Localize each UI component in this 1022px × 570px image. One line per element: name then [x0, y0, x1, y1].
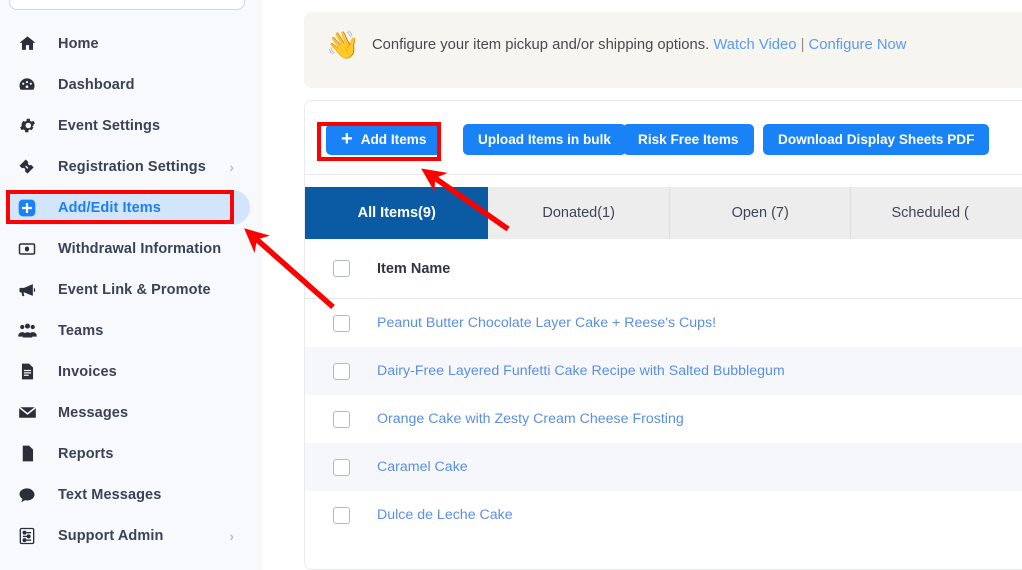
banknote-icon: [14, 239, 40, 259]
configure-now-link[interactable]: Configure Now: [809, 37, 907, 53]
sidebar-item-label: Text Messages: [58, 486, 162, 503]
tab-scheduled[interactable]: Scheduled (: [851, 187, 1022, 239]
people-group-icon: [14, 320, 40, 341]
megaphone-icon: [14, 280, 40, 300]
download-pdf-label: Download Display Sheets PDF: [778, 132, 975, 147]
app-window: Home Dashboard Event Settings Registrati…: [0, 0, 1022, 570]
configure-shipping-banner: 👋 Configure your item pickup and/or ship…: [304, 12, 1022, 88]
items-panel: + Add Items Upload Items in bulk Risk Fr…: [304, 100, 1022, 570]
row-checkbox[interactable]: [332, 314, 350, 332]
invoice-document-icon: [14, 362, 40, 381]
chat-bubble-icon: [14, 485, 40, 505]
sidebar-item-text-messages[interactable]: Text Messages: [0, 474, 262, 515]
table-row[interactable]: Dairy-Free Layered Funfetti Cake Recipe …: [305, 347, 1022, 395]
sidebar-item-label: Withdrawal Information: [58, 240, 222, 257]
sidebar-item-label: Teams: [58, 322, 104, 339]
ticket-icon: [14, 157, 40, 177]
table-row[interactable]: Peanut Butter Chocolate Layer Cake + Ree…: [305, 299, 1022, 347]
tab-all-items[interactable]: All Items(9): [305, 187, 489, 239]
sidebar-item-teams[interactable]: Teams: [0, 310, 262, 351]
add-items-button[interactable]: + Add Items: [326, 124, 442, 155]
column-header-item-name: Item Name: [377, 260, 451, 277]
plus-icon: +: [341, 127, 353, 150]
table-row[interactable]: Caramel Cake: [305, 443, 1022, 491]
table-row[interactable]: Dulce de Leche Cake: [305, 491, 1022, 539]
row-checkbox[interactable]: [332, 458, 350, 476]
row-checkbox[interactable]: [332, 362, 350, 380]
chevron-right-icon: ›: [229, 527, 234, 544]
table-header-row: Item Name: [305, 239, 1022, 299]
sidebar-item-add-edit-items[interactable]: Add/Edit Items: [0, 187, 262, 228]
sidebar-item-registration-settings[interactable]: Registration Settings ›: [0, 146, 262, 187]
gear-icon: [14, 116, 40, 135]
sidebar-item-label: Invoices: [58, 363, 117, 380]
dashboard-gauge-icon: [14, 75, 40, 95]
toolbar: + Add Items Upload Items in bulk Risk Fr…: [305, 101, 1022, 175]
row-select-cell: [305, 506, 377, 524]
sidebar-item-event-link-promote[interactable]: Event Link & Promote: [0, 269, 262, 310]
row-select-cell: [305, 314, 377, 332]
row-select-cell: [305, 410, 377, 428]
table-row[interactable]: Orange Cake with Zesty Cream Cheese Fros…: [305, 395, 1022, 443]
chevron-right-icon: ›: [229, 158, 234, 175]
sidebar-item-label: Reports: [58, 445, 114, 462]
sidebar-item-reports[interactable]: Reports: [0, 433, 262, 474]
row-checkbox[interactable]: [332, 410, 350, 428]
sidebar: Home Dashboard Event Settings Registrati…: [0, 0, 262, 570]
home-icon: [14, 34, 40, 53]
row-select-cell: [305, 362, 377, 380]
item-name-link[interactable]: Dulce de Leche Cake: [377, 507, 513, 523]
banner-message: Configure your item pickup and/or shippi…: [372, 37, 710, 53]
download-display-sheets-pdf-button[interactable]: Download Display Sheets PDF: [763, 124, 990, 155]
banner-text: Configure your item pickup and/or shippi…: [372, 37, 906, 53]
sidebar-item-label: Registration Settings: [58, 158, 206, 175]
envelope-icon: [14, 402, 40, 423]
banner-separator: |: [800, 37, 805, 53]
sidebar-item-messages[interactable]: Messages: [0, 392, 262, 433]
sidebar-item-label: Event Settings: [58, 117, 161, 134]
sidebar-item-label: Add/Edit Items: [58, 199, 161, 216]
main-content: 👋 Configure your item pickup and/or ship…: [286, 0, 1022, 570]
sidebar-item-event-settings[interactable]: Event Settings: [0, 105, 262, 146]
risk-free-items-button[interactable]: Risk Free Items: [623, 124, 754, 155]
sidebar-item-dashboard[interactable]: Dashboard: [0, 64, 262, 105]
add-items-label: Add Items: [360, 132, 427, 147]
sidebar-item-support-admin[interactable]: Support Admin ›: [0, 515, 262, 556]
sidebar-item-label: Messages: [58, 404, 129, 421]
item-name-link[interactable]: Peanut Butter Chocolate Layer Cake + Ree…: [377, 315, 716, 331]
items-tabs: All Items(9) Donated(1) Open (7) Schedul…: [305, 187, 1022, 239]
waving-hand-icon: 👋: [326, 30, 360, 60]
sidebar-item-invoices[interactable]: Invoices: [0, 351, 262, 392]
sidebar-item-label: Event Link & Promote: [58, 281, 211, 298]
item-name-link[interactable]: Orange Cake with Zesty Cream Cheese Fros…: [377, 411, 684, 427]
item-name-link[interactable]: Dairy-Free Layered Funfetti Cake Recipe …: [377, 363, 785, 379]
sliders-list-icon: [14, 526, 40, 546]
page-icon: [14, 444, 40, 463]
upload-items-bulk-button[interactable]: Upload Items in bulk: [463, 124, 626, 155]
risk-free-items-label: Risk Free Items: [638, 132, 739, 147]
item-name-link[interactable]: Caramel Cake: [377, 459, 468, 475]
items-table: Item Name Peanut Butter Chocolate Layer …: [305, 239, 1022, 539]
row-select-cell: [305, 458, 377, 476]
sidebar-item-label: Support Admin: [58, 527, 164, 544]
tab-donated[interactable]: Donated(1): [488, 187, 670, 239]
row-checkbox[interactable]: [332, 506, 350, 524]
select-all-cell: [305, 260, 377, 277]
upload-items-bulk-label: Upload Items in bulk: [478, 132, 611, 147]
sidebar-item-home[interactable]: Home: [0, 23, 262, 64]
plus-square-icon: [14, 198, 40, 218]
sidebar-item-label: Dashboard: [58, 76, 135, 93]
sidebar-item-label: Home: [58, 35, 99, 52]
tab-open[interactable]: Open (7): [669, 187, 852, 239]
watch-video-link[interactable]: Watch Video: [713, 37, 796, 53]
profile-selector[interactable]: [9, 0, 245, 10]
sidebar-item-withdrawal-information[interactable]: Withdrawal Information: [0, 228, 262, 269]
select-all-checkbox[interactable]: [332, 260, 350, 277]
